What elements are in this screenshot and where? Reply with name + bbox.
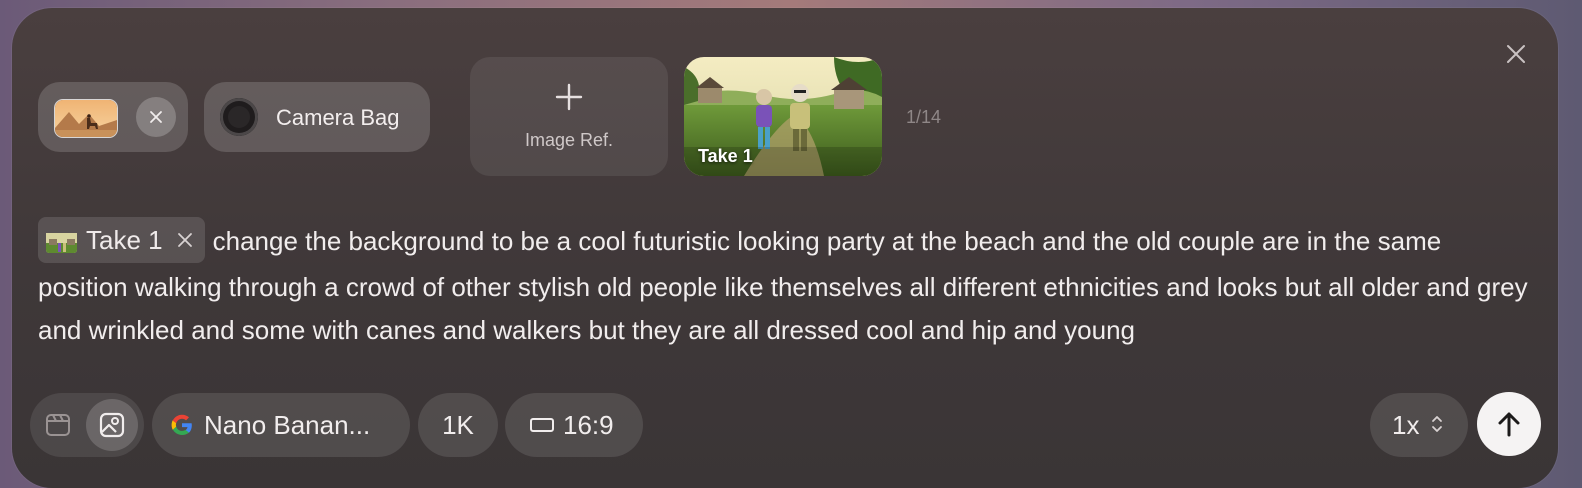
prompt-text: change the background to be a cool futur…: [38, 226, 1528, 346]
plus-icon: [555, 83, 583, 111]
video-clip-icon: [46, 414, 70, 436]
remove-reference-button[interactable]: [136, 97, 176, 137]
mention-label: Take 1: [86, 224, 163, 255]
image-ref-label: Image Ref.: [524, 130, 614, 150]
prompt-input[interactable]: Take 1 change the background to be a coo…: [38, 217, 1538, 352]
output-count-selector[interactable]: 1x: [1370, 393, 1468, 457]
aspect-ratio-label: 16:9: [563, 410, 614, 440]
model-selector[interactable]: Nano Banan...: [152, 393, 410, 457]
output-count-label: 1x: [1392, 410, 1420, 440]
send-button[interactable]: [1477, 392, 1541, 456]
close-button[interactable]: [1500, 38, 1532, 70]
reference-image-chip[interactable]: [38, 82, 188, 152]
aspect-ratio-icon: [530, 418, 554, 432]
close-icon: [177, 233, 192, 248]
close-icon: [1507, 45, 1525, 63]
close-icon: [150, 111, 162, 123]
mode-switch: [30, 393, 144, 457]
video-mode-button[interactable]: [44, 411, 72, 444]
image-mode-button[interactable]: [86, 399, 138, 451]
take-label: Take 1: [698, 146, 753, 166]
attachment-counter: 1/14: [906, 107, 942, 127]
model-label: Nano Banan...: [204, 410, 371, 440]
chevron-up-down-icon: [1432, 416, 1442, 432]
resolution-selector[interactable]: 1K: [418, 393, 498, 457]
image-icon: [99, 412, 125, 438]
take-mention-tag[interactable]: Take 1: [38, 217, 205, 264]
take-thumbnail-card[interactable]: Take 1: [684, 57, 882, 176]
resolution-label: 1K: [442, 409, 474, 440]
prompt-panel: Camera Bag Image Ref. Take 1 1/14 Take 1…: [12, 8, 1558, 488]
mention-thumbnail: [46, 228, 77, 253]
google-icon: [171, 414, 192, 435]
camera-lens-icon: [220, 98, 258, 136]
image-ref-button[interactable]: Image Ref.: [470, 57, 668, 176]
remove-mention-button[interactable]: [177, 232, 193, 248]
camera-bag-label: Camera Bag: [276, 105, 400, 130]
camera-bag-button[interactable]: Camera Bag: [204, 82, 430, 152]
reference-thumbnail: [54, 99, 118, 138]
arrow-up-icon: [1498, 412, 1520, 437]
aspect-ratio-selector[interactable]: 16:9: [505, 393, 643, 457]
